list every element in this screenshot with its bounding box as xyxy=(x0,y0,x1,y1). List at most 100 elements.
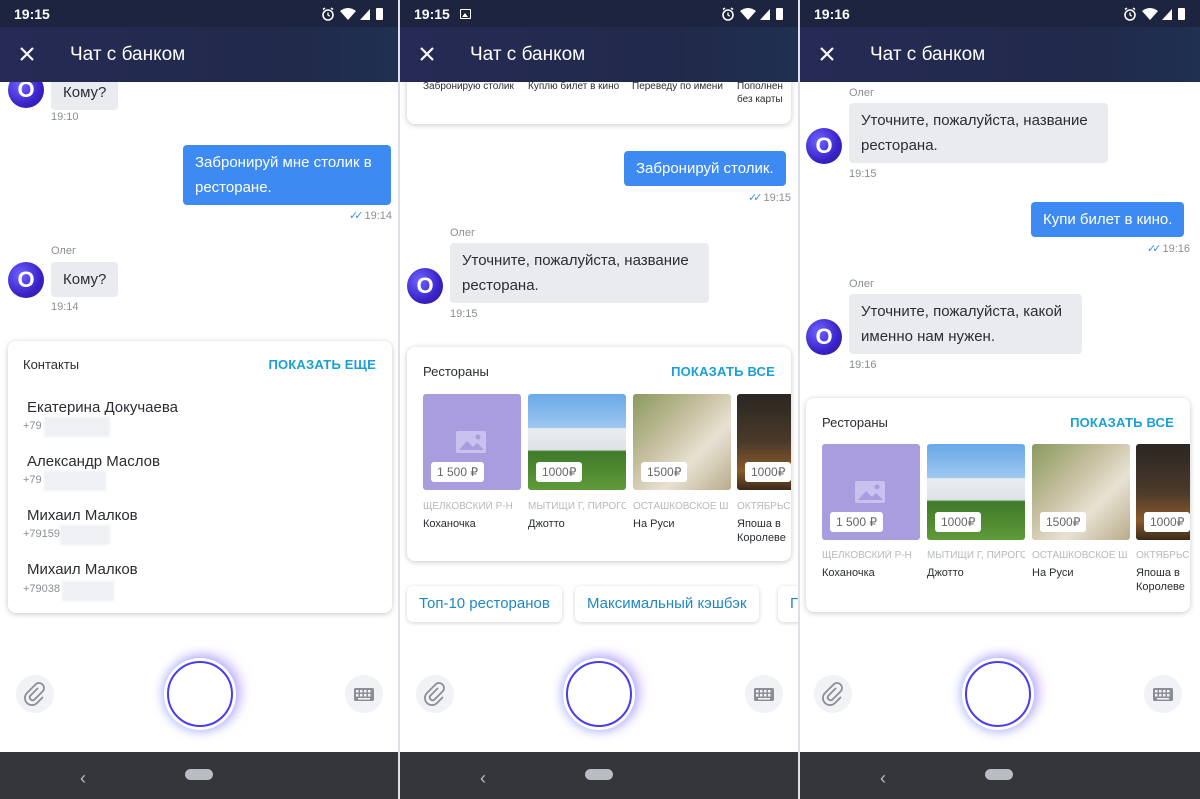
chat-area[interactable]: O Кому? 19:10 Забронируй мне столик в ре… xyxy=(0,82,398,752)
bot-avatar: O xyxy=(407,268,443,304)
restaurant-carousel[interactable]: 1 500 ₽ 1000₽ 1500₽ 1000₽ ЩЕЛКОВСКИЙ Р-Н… xyxy=(407,347,791,561)
price-badge: 1000₽ xyxy=(536,462,583,482)
paperclip-icon xyxy=(424,682,445,706)
nav-back-icon[interactable]: ‹ xyxy=(80,768,86,789)
redacted-phone xyxy=(44,471,106,491)
attach-button[interactable] xyxy=(814,675,852,713)
message-time: 19:14 xyxy=(364,210,392,222)
bot-message: Уточните, пожалуйста, какой именно нам н… xyxy=(849,294,1082,354)
message-time: 19:15 xyxy=(450,308,478,320)
keyboard-button[interactable] xyxy=(1144,675,1182,713)
restaurant-location: ОСТАШКОВСКОЕ Ш xyxy=(633,501,729,512)
contact-name: Михаил Малков xyxy=(27,507,138,524)
microphone-button[interactable] xyxy=(167,661,233,727)
keyboard-button[interactable] xyxy=(345,675,383,713)
app-title: Чат с банком xyxy=(70,44,186,65)
restaurant-name: На Руси xyxy=(1032,567,1074,579)
message-time: 19:16 xyxy=(849,359,877,371)
signal-icon xyxy=(1162,9,1172,20)
contact-phone: +79159 xyxy=(23,528,61,540)
signal-icon xyxy=(360,9,370,20)
show-more-button[interactable]: ПОКАЗАТЬ ЕЩЕ xyxy=(268,357,376,372)
restaurant-photo[interactable]: 1500₽ xyxy=(1032,444,1130,540)
bot-avatar: O xyxy=(806,128,842,164)
double-check-icon: ✓✓ xyxy=(1147,243,1162,255)
paperclip-icon xyxy=(822,682,843,706)
attach-button[interactable] xyxy=(16,675,54,713)
redacted-phone xyxy=(62,581,114,601)
contact-phone: +79 xyxy=(23,420,42,432)
restaurant-photo[interactable]: 1500₽ xyxy=(633,394,731,490)
restaurant-name: Джотто xyxy=(927,567,964,579)
price-badge: 1 500 ₽ xyxy=(431,462,484,482)
message-time: 19:15 xyxy=(763,192,791,204)
close-icon[interactable] xyxy=(417,44,437,64)
message-time: 19:14 xyxy=(51,301,79,313)
restaurant-location: МЫТИЩИ Г, ПИРОГОВСКИЙ xyxy=(528,501,626,512)
price-badge: 1500₽ xyxy=(1040,512,1087,532)
nav-back-icon[interactable]: ‹ xyxy=(480,768,486,789)
restaurant-carousel[interactable]: 1 500 ₽ 1000₽ 1500₽ 1000₽ ЩЕЛКОВСКИЙ Р-Н… xyxy=(806,398,1190,612)
attach-button[interactable] xyxy=(416,675,454,713)
nav-home-icon[interactable] xyxy=(585,769,613,780)
price-badge: 1 500 ₽ xyxy=(830,512,883,532)
keyboard-icon xyxy=(754,688,774,701)
message-status: ✓✓ 19:14 xyxy=(300,209,392,222)
restaurant-photo[interactable]: 1 500 ₽ xyxy=(822,444,920,540)
keyboard-button[interactable] xyxy=(745,675,783,713)
status-icons xyxy=(322,7,383,21)
restaurant-photo[interactable]: 1000₽ xyxy=(737,394,791,490)
suggestion-chip[interactable]: Максимальный кэшбэк xyxy=(575,586,759,622)
status-bar: 19:15 xyxy=(0,0,398,27)
close-icon[interactable] xyxy=(817,44,837,64)
restaurants-card: Рестораны ПОКАЗАТЬ ВСЕ 1 500 ₽ 1000₽ 150… xyxy=(806,398,1190,612)
chat-area[interactable]: Олег O Уточните, пожалуйста, название ре… xyxy=(800,82,1200,752)
restaurant-photo[interactable]: 1 500 ₽ xyxy=(423,394,521,490)
contact-phone: +79038 xyxy=(23,583,61,595)
battery-icon xyxy=(1178,8,1185,20)
price-badge: 1000₽ xyxy=(1144,512,1190,532)
paperclip-icon xyxy=(24,682,45,706)
suggestion-chip[interactable]: Топ-10 ресторанов xyxy=(407,586,562,622)
alarm-icon xyxy=(1124,7,1136,21)
microphone-button[interactable] xyxy=(566,661,632,727)
nav-home-icon[interactable] xyxy=(185,769,213,780)
sender-name: Олег xyxy=(450,227,475,239)
microphone-button[interactable] xyxy=(965,661,1031,727)
restaurant-name: Коханочка xyxy=(822,567,875,579)
message-time: 19:16 xyxy=(1162,243,1190,255)
app-bar: Чат с банком xyxy=(800,27,1200,82)
nav-home-icon[interactable] xyxy=(985,769,1013,780)
keyboard-icon xyxy=(354,688,374,701)
quick-action[interactable]: Забронирую столик xyxy=(423,82,518,93)
keyboard-icon xyxy=(1153,688,1173,701)
quick-action[interactable]: Куплю билет в кино xyxy=(528,82,623,93)
status-icons xyxy=(1124,7,1185,21)
quick-action[interactable]: Переведу по имени xyxy=(632,82,727,93)
bot-message: Кому? xyxy=(51,82,119,110)
restaurant-name: На Руси xyxy=(633,518,675,530)
battery-icon xyxy=(376,8,383,20)
chat-area[interactable]: Забронирую столик Куплю билет в кино Пер… xyxy=(400,82,798,752)
restaurant-name: Япоша в Королеве xyxy=(737,518,786,544)
restaurant-photo[interactable]: 1000₽ xyxy=(1136,444,1190,540)
wifi-icon xyxy=(740,8,756,20)
nav-back-icon[interactable]: ‹ xyxy=(880,768,886,789)
bot-message: Кому? xyxy=(51,262,119,297)
price-badge: 1500₽ xyxy=(641,462,688,482)
restaurant-photo[interactable]: 1000₽ xyxy=(927,444,1025,540)
redacted-phone xyxy=(60,525,110,545)
bot-avatar: O xyxy=(806,319,842,355)
suggestion-chip[interactable]: Г xyxy=(778,586,798,622)
app-title: Чат с банком xyxy=(870,44,986,65)
restaurants-card: Рестораны ПОКАЗАТЬ ВСЕ 1 500 ₽ 1000₽ 150… xyxy=(407,347,791,561)
card-title: Контакты xyxy=(23,357,80,372)
phone-screen-2: 19:15 Чат с банком Забронирую столик Куп… xyxy=(400,0,798,799)
close-icon[interactable] xyxy=(17,44,37,64)
quick-action[interactable]: Пополнен без карты xyxy=(737,82,791,106)
alarm-icon xyxy=(722,7,734,21)
contacts-card: Контакты ПОКАЗАТЬ ЕЩЕ Екатерина Докучаев… xyxy=(8,341,392,613)
user-message: Забронируй столик. xyxy=(624,151,786,186)
restaurant-photo[interactable]: 1000₽ xyxy=(528,394,626,490)
restaurant-location: ОКТЯБРЬСКИЙ xyxy=(1136,550,1190,561)
